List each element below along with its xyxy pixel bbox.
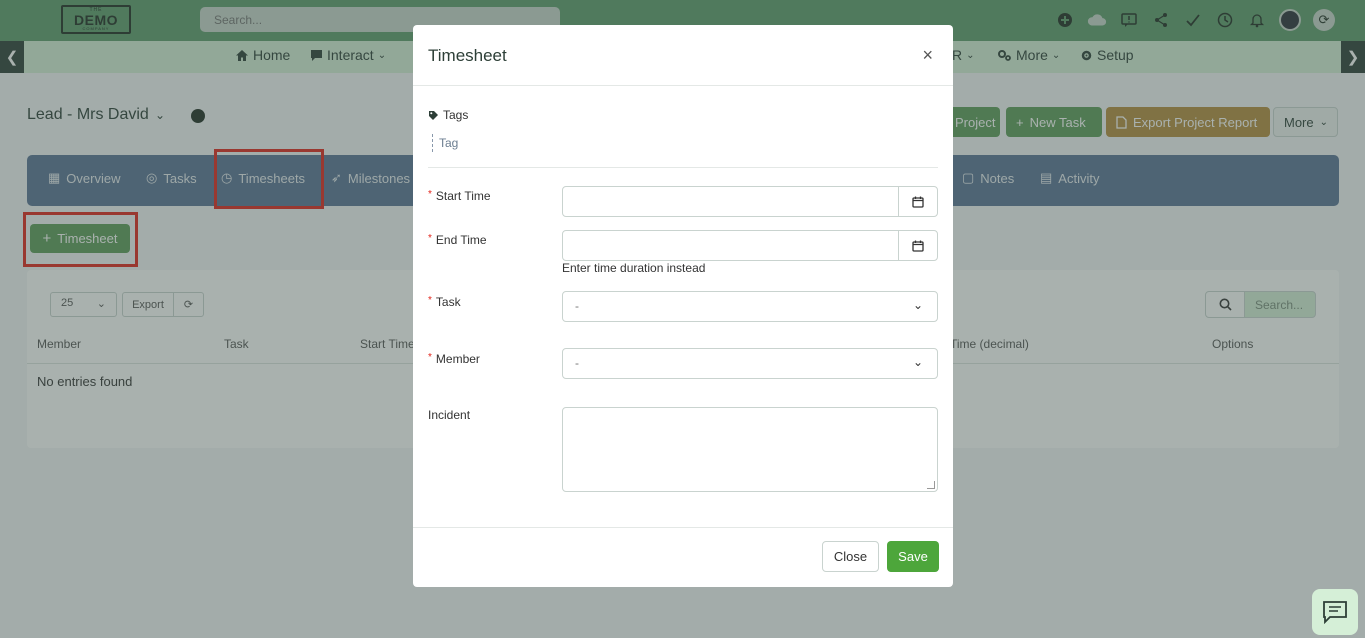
task-select[interactable]: - ⌄ [562, 291, 938, 322]
close-button[interactable]: Close [822, 541, 879, 572]
modal-header-divider [413, 85, 953, 86]
calendar-icon[interactable] [898, 231, 937, 260]
modal-footer-divider [413, 527, 953, 528]
tag-input[interactable]: Tag [432, 134, 458, 152]
close-icon[interactable]: × [922, 45, 933, 66]
member-select-value: - [575, 356, 579, 370]
required-marker: * [428, 189, 432, 200]
member-label-text: Member [435, 352, 480, 366]
chat-widget-button[interactable] [1312, 589, 1358, 635]
timesheet-modal: Timesheet × Tags Tag * Start Time * End Ti… [413, 25, 953, 587]
task-label-text: Task [435, 295, 461, 309]
incident-textarea[interactable] [562, 407, 938, 492]
chat-icon [1323, 601, 1347, 624]
time-duration-toggle-link[interactable]: Enter time duration instead [562, 261, 705, 275]
start-time-input[interactable] [562, 186, 938, 217]
required-marker: * [428, 295, 432, 306]
end-time-label: * End Time [428, 233, 487, 247]
start-time-label-text: Start Time [435, 189, 491, 203]
required-marker: * [428, 352, 432, 363]
required-marker: * [428, 233, 432, 244]
task-label: * Task [428, 295, 461, 309]
chevron-down-icon: ⌄ [912, 298, 923, 312]
end-time-input[interactable] [562, 230, 938, 261]
start-time-label: * Start Time [428, 189, 491, 203]
incident-label: Incident [428, 408, 471, 422]
chevron-down-icon: ⌄ [912, 355, 923, 369]
calendar-icon[interactable] [898, 187, 937, 216]
save-button[interactable]: Save [887, 541, 939, 572]
resize-handle[interactable] [927, 481, 935, 489]
modal-title: Timesheet [428, 46, 507, 65]
tags-label: Tags [428, 108, 468, 122]
member-label: * Member [428, 352, 480, 366]
member-select[interactable]: - ⌄ [562, 348, 938, 379]
tags-label-text: Tags [443, 108, 469, 122]
tag-icon [429, 110, 438, 120]
end-time-label-text: End Time [435, 233, 487, 247]
tags-divider [428, 167, 938, 168]
task-select-value: - [575, 299, 579, 313]
